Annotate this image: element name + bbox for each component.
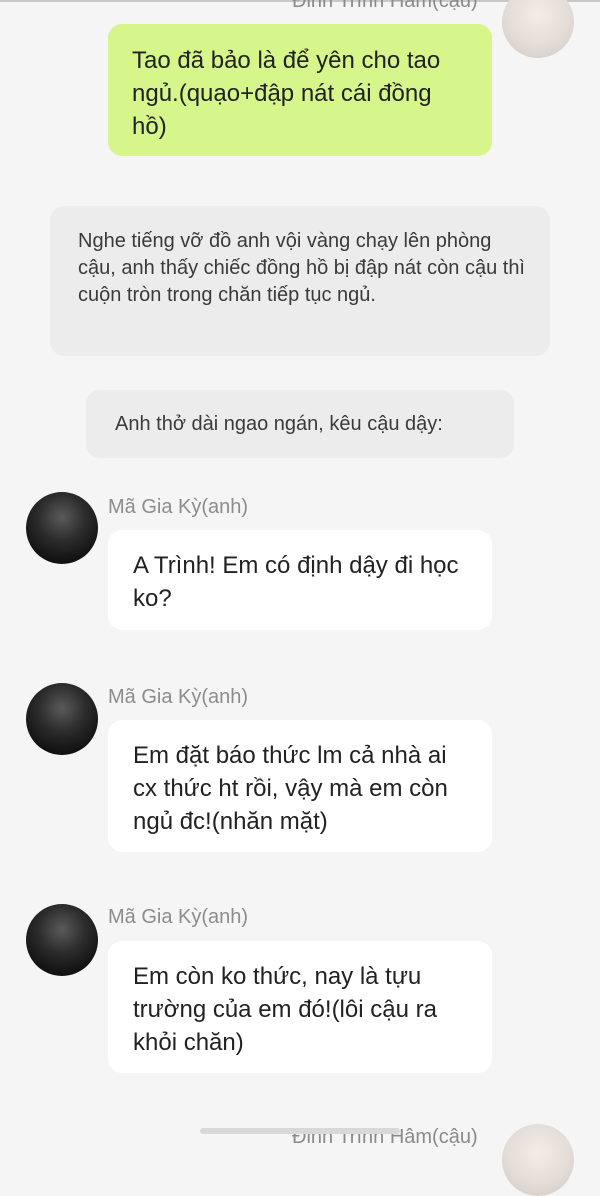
avatar-cau-top[interactable]	[502, 0, 574, 58]
sender-name-1: Mã Gia Kỳ(anh)	[108, 496, 249, 518]
message-bubble-2[interactable]: A Trình! Em có định dậy đi học ko?	[108, 530, 492, 630]
message-bubble-1[interactable]: Tao đã bảo là để yên cho tao ngủ.(quạo+đ…	[108, 24, 492, 156]
avatar-anh-2[interactable]	[26, 683, 98, 755]
sender-name-3: Mã Gia Kỳ(anh)	[108, 906, 249, 928]
narration-1: Nghe tiếng vỡ đồ anh vội vàng chạy lên p…	[50, 206, 550, 356]
message-text-4: Em còn ko thức, nay là tựu trường của em…	[133, 963, 437, 1056]
narration-text-2: Anh thở dài ngao ngán, kêu cậu dậy:	[115, 413, 443, 435]
message-text-3: Em đặt báo thức lm cả nhà ai cx thức ht …	[133, 742, 448, 835]
message-bubble-3[interactable]: Em đặt báo thức lm cả nhà ai cx thức ht …	[108, 720, 492, 852]
avatar-cau-bottom[interactable]	[502, 1124, 574, 1196]
message-bubble-4[interactable]: Em còn ko thức, nay là tựu trường của em…	[108, 941, 492, 1073]
scroll-indicator[interactable]	[200, 1128, 400, 1134]
narration-text-1: Nghe tiếng vỡ đồ anh vội vàng chạy lên p…	[78, 230, 525, 306]
avatar-anh-3[interactable]	[26, 904, 98, 976]
sender-name-top: Đinh Trình Hâm(cậu)	[292, 0, 478, 12]
message-text-2: A Trình! Em có định dậy đi học ko?	[133, 552, 459, 612]
message-text-1: Tao đã bảo là để yên cho tao ngủ.(quạo+đ…	[132, 47, 441, 140]
avatar-anh-1[interactable]	[26, 492, 98, 564]
sender-name-2: Mã Gia Kỳ(anh)	[108, 686, 249, 708]
narration-2: Anh thở dài ngao ngán, kêu cậu dậy:	[86, 390, 514, 458]
